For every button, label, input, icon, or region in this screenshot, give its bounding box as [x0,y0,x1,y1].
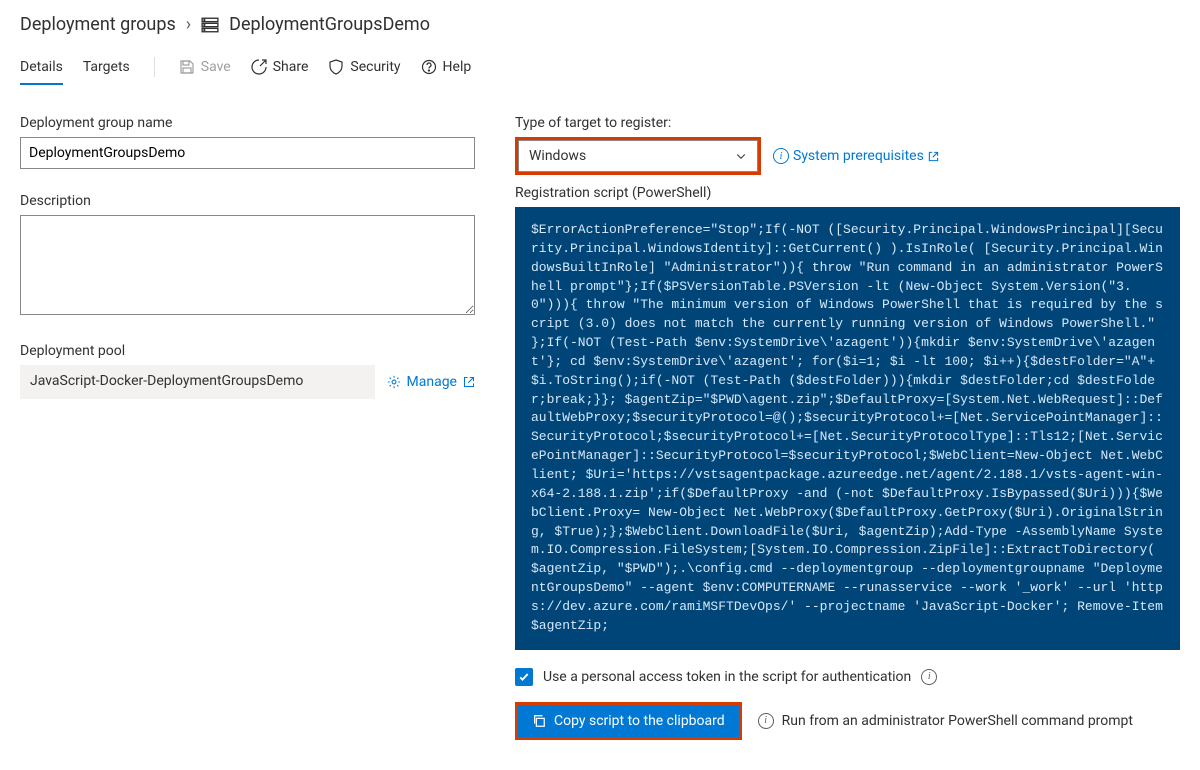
share-button[interactable]: Share [251,59,309,75]
target-type-value: Windows [529,148,586,164]
save-button: Save [179,59,231,75]
check-icon [518,671,530,683]
info-icon: i [773,148,789,164]
breadcrumb-root[interactable]: Deployment groups [20,14,176,35]
external-link-icon [928,151,939,162]
deployment-group-icon [201,16,219,34]
name-input[interactable] [20,137,475,169]
description-input[interactable] [20,215,475,315]
system-prerequisites-link[interactable]: i System prerequisites [773,148,939,164]
info-icon: i [758,713,774,729]
tabs-row: Details Targets Save Share Security Help [20,47,1180,87]
breadcrumb-sep-icon: › [186,14,191,35]
share-label: Share [273,59,309,75]
name-label: Deployment group name [20,115,475,131]
copy-button[interactable]: Copy script to the clipboard [518,705,739,737]
target-type-select[interactable]: Windows [518,140,758,172]
prereq-link-label: System prerequisites [793,148,924,164]
shield-icon [328,59,344,75]
copy-icon [532,714,546,728]
divider [154,57,155,77]
manage-link[interactable]: Manage [387,374,475,390]
security-button[interactable]: Security [328,59,400,75]
pat-checkbox-label: Use a personal access token in the scrip… [543,669,911,685]
tab-targets[interactable]: Targets [83,53,130,81]
help-icon [421,59,437,75]
save-label: Save [201,59,231,75]
tab-details[interactable]: Details [20,53,63,81]
breadcrumb-current: DeploymentGroupsDemo [229,14,430,35]
script-label: Registration script (PowerShell) [515,185,1180,201]
run-hint: i Run from an administrator PowerShell c… [758,713,1133,729]
chevron-down-icon [735,150,747,162]
run-hint-text: Run from an administrator PowerShell com… [782,713,1133,729]
info-icon[interactable]: i [921,669,937,685]
target-type-highlight: Windows [515,137,761,175]
manage-label: Manage [407,374,457,390]
script-box[interactable]: $ErrorActionPreference="Stop";If(-NOT ([… [515,207,1180,650]
help-label: Help [443,59,472,75]
target-type-label: Type of target to register: [515,115,1180,131]
pool-label: Deployment pool [20,343,475,359]
breadcrumb: Deployment groups › DeploymentGroupsDemo [20,14,1180,35]
pat-checkbox[interactable] [515,668,533,686]
share-icon [251,59,267,75]
copy-button-label: Copy script to the clipboard [554,713,725,729]
copy-button-highlight: Copy script to the clipboard [515,702,742,740]
external-link-icon [463,376,475,388]
save-icon [179,59,195,75]
pool-value: JavaScript-Docker-DeploymentGroupsDemo [20,365,375,399]
gear-icon [387,375,401,389]
help-button[interactable]: Help [421,59,472,75]
security-label: Security [350,59,400,75]
description-label: Description [20,193,475,209]
